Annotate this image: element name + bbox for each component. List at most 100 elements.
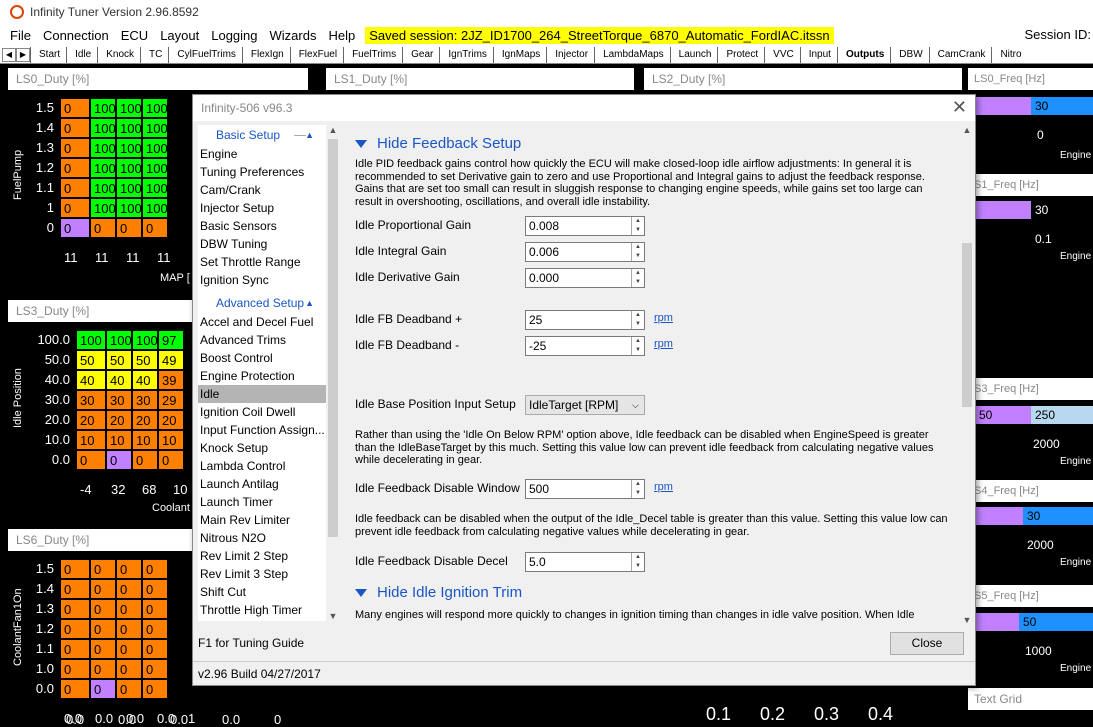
- table-cell[interactable]: 20: [132, 410, 158, 430]
- content-scroll-up-icon[interactable]: ▲: [960, 125, 974, 135]
- tab-protect[interactable]: Protect: [717, 46, 764, 63]
- dialog-close-icon[interactable]: ✕: [952, 97, 967, 118]
- table-cell[interactable]: 10: [158, 430, 184, 450]
- table-cell[interactable]: 0: [60, 599, 90, 619]
- spin-up-icon[interactable]: ▲: [632, 217, 644, 226]
- nav-item-lambda-control[interactable]: Lambda Control: [198, 457, 326, 475]
- table-cell[interactable]: 100: [116, 198, 142, 218]
- spin-value[interactable]: -25: [526, 337, 631, 355]
- menu-logging[interactable]: Logging: [205, 28, 263, 43]
- select-value[interactable]: IdleTarget [RPM]: [529, 398, 618, 412]
- table-cell[interactable]: 30: [132, 390, 158, 410]
- table-cell[interactable]: 40: [132, 370, 158, 390]
- table-cell[interactable]: 0: [132, 450, 158, 470]
- table-cell[interactable]: 0: [90, 579, 116, 599]
- table-cell[interactable]: 100: [106, 330, 132, 350]
- table-cell[interactable]: 100: [90, 138, 116, 158]
- nav-item-basic-sensors[interactable]: Basic Sensors: [198, 217, 326, 235]
- nav-scrollbar[interactable]: ▲ ▼: [326, 125, 340, 621]
- table-cell[interactable]: 0: [60, 559, 90, 579]
- table-cell[interactable]: 0: [158, 450, 184, 470]
- tab-camcrank[interactable]: CamCrank: [928, 46, 992, 63]
- table-cell[interactable]: 50: [132, 350, 158, 370]
- idle-derivative-gain-input[interactable]: 0.000 ▲ ▼: [525, 268, 645, 288]
- nav-item-launch-antilag[interactable]: Launch Antilag: [198, 475, 326, 493]
- spin-up-icon[interactable]: ▲: [632, 480, 644, 489]
- table-cell[interactable]: 100: [116, 178, 142, 198]
- table-cell[interactable]: 0: [116, 559, 142, 579]
- tab-scroll-left-icon[interactable]: ◀: [2, 47, 16, 62]
- nav-item-rev-limit-3-step[interactable]: Rev Limit 3 Step: [198, 565, 326, 583]
- spin-up-icon[interactable]: ▲: [632, 553, 644, 562]
- table-cell[interactable]: 0: [60, 198, 90, 218]
- chevron-down-icon[interactable]: ⌵: [632, 396, 639, 414]
- table-cell[interactable]: 0: [142, 559, 168, 579]
- table-cell[interactable]: 10: [76, 430, 106, 450]
- tab-flexfuel[interactable]: FlexFuel: [289, 46, 343, 63]
- nav-scroll-down-icon[interactable]: ▼: [326, 611, 340, 621]
- content-scroll-down-icon[interactable]: ▼: [960, 615, 974, 625]
- nav-item-engine[interactable]: Engine: [198, 145, 326, 163]
- table-cell[interactable]: 0: [60, 619, 90, 639]
- nav-item-cam-crank[interactable]: Cam/Crank: [198, 181, 326, 199]
- tab-input[interactable]: Input: [799, 46, 837, 63]
- table-cell[interactable]: 0: [60, 118, 90, 138]
- table-cell[interactable]: 50: [106, 350, 132, 370]
- nav-item-shift-cut[interactable]: Shift Cut: [198, 583, 326, 601]
- rpm-unit-link[interactable]: rpm: [654, 338, 673, 350]
- spin-value[interactable]: 0.006: [526, 243, 631, 261]
- table-cell[interactable]: 0: [142, 639, 168, 659]
- table-cell[interactable]: 0: [60, 178, 90, 198]
- table-cell[interactable]: 0: [60, 218, 90, 238]
- table-cell[interactable]: 0: [116, 619, 142, 639]
- menu-ecu[interactable]: ECU: [115, 28, 154, 43]
- table-cell[interactable]: 0: [116, 579, 142, 599]
- chevron-up-icon[interactable]: ▲: [305, 125, 314, 145]
- table-cell[interactable]: 100: [116, 98, 142, 118]
- table-cell[interactable]: 100: [90, 158, 116, 178]
- nav-item-nitrous-n2o[interactable]: Nitrous N2O: [198, 529, 326, 547]
- chevron-up-icon[interactable]: ▲: [305, 293, 314, 313]
- table-cell[interactable]: 100: [132, 330, 158, 350]
- tab-injector[interactable]: Injector: [546, 46, 594, 63]
- nav-item-input-function-assign-[interactable]: Input Function Assign...: [198, 421, 326, 439]
- idle-fb-deadband-plus-input[interactable]: 25 ▲ ▼: [525, 310, 645, 330]
- table-cell[interactable]: 0: [106, 450, 132, 470]
- nav-item-accel-and-decel-fuel[interactable]: Accel and Decel Fuel: [198, 313, 326, 331]
- table-cell[interactable]: 0: [142, 579, 168, 599]
- tab-knock[interactable]: Knock: [97, 46, 140, 63]
- content-scrollbar[interactable]: ▲ ▼: [960, 125, 974, 625]
- nav-item-dbw-tuning[interactable]: DBW Tuning: [198, 235, 326, 253]
- idle-feedback-disable-window-input[interactable]: 500 ▲ ▼: [525, 479, 645, 499]
- spin-value[interactable]: 500: [526, 480, 631, 498]
- table-cell[interactable]: 10: [132, 430, 158, 450]
- spin-up-icon[interactable]: ▲: [632, 311, 644, 320]
- menu-help[interactable]: Help: [322, 28, 361, 43]
- table-cell[interactable]: 100: [116, 138, 142, 158]
- spin-up-icon[interactable]: ▲: [632, 269, 644, 278]
- table-cell[interactable]: 0: [142, 218, 168, 238]
- table-cell[interactable]: 0: [116, 639, 142, 659]
- nav-item-launch-timer[interactable]: Launch Timer: [198, 493, 326, 511]
- menu-wizards[interactable]: Wizards: [264, 28, 323, 43]
- tab-launch[interactable]: Launch: [669, 46, 718, 63]
- table-cell[interactable]: 100: [142, 98, 168, 118]
- table-cell[interactable]: 0: [90, 659, 116, 679]
- spin-buttons[interactable]: ▲ ▼: [631, 269, 644, 287]
- tab-ignmaps[interactable]: IgnMaps: [492, 46, 546, 63]
- nav-item-set-throttle-range[interactable]: Set Throttle Range: [198, 253, 326, 271]
- idle-fb-deadband-minus-input[interactable]: -25 ▲ ▼: [525, 336, 645, 356]
- nav-item-rev-limit-2-step[interactable]: Rev Limit 2 Step: [198, 547, 326, 565]
- spin-up-icon[interactable]: ▲: [632, 243, 644, 252]
- menu-layout[interactable]: Layout: [154, 28, 205, 43]
- rpm-unit-link[interactable]: rpm: [654, 481, 673, 493]
- spin-value[interactable]: 5.0: [526, 553, 631, 571]
- idle-base-position-select[interactable]: IdleTarget [RPM] ⌵: [525, 395, 645, 415]
- table-cell[interactable]: 100: [76, 330, 106, 350]
- table-cell[interactable]: 49: [158, 350, 184, 370]
- advanced-setup-header[interactable]: Advanced Setup ▲: [198, 293, 326, 313]
- table-cell[interactable]: 100: [90, 198, 116, 218]
- nav-scroll-up-icon[interactable]: ▲: [326, 125, 340, 135]
- table-cell[interactable]: 0: [90, 218, 116, 238]
- nav-item-ignition-coil-dwell[interactable]: Ignition Coil Dwell: [198, 403, 326, 421]
